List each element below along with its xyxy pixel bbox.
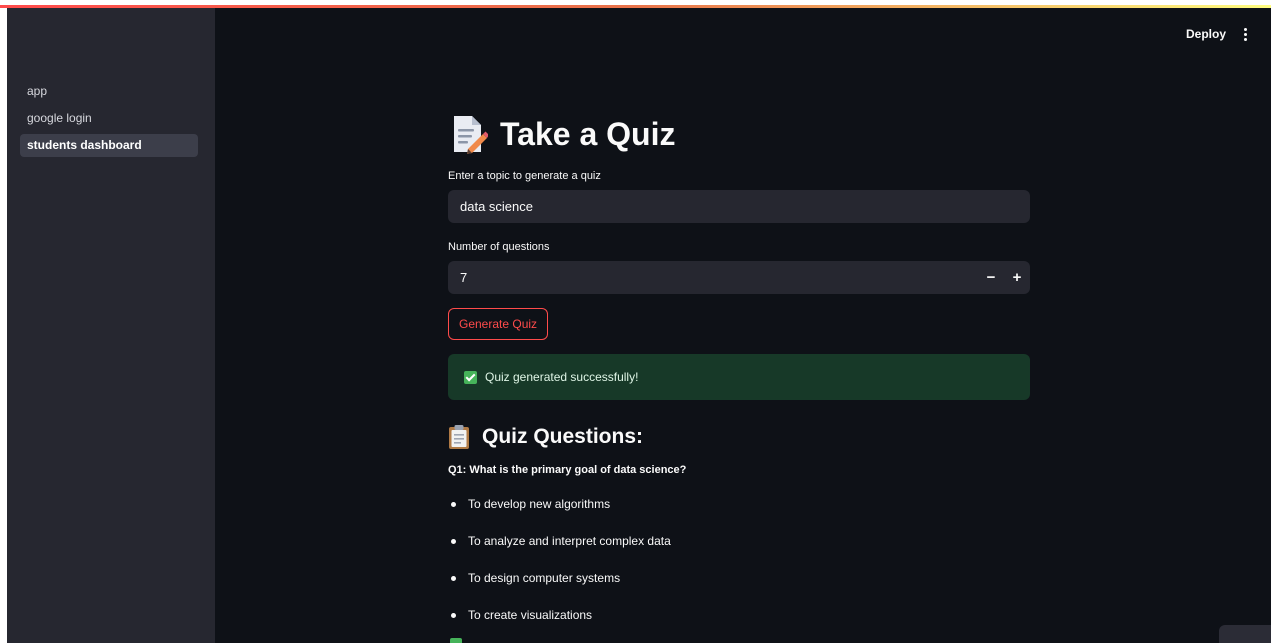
deploy-button[interactable]: Deploy [1186,27,1226,41]
list-item: To create visualizations [448,603,1030,627]
main-content: Take a Quiz Enter a topic to generate a … [448,100,1030,640]
questions-count-label: Number of questions [448,241,550,253]
option-text: To design computer systems [468,571,621,585]
bullet-icon [451,501,456,507]
partial-check-icon [450,638,462,643]
list-item: To develop new algorithms [448,492,1030,516]
questions-count-stepper[interactable]: 7 − + [448,261,1030,294]
topic-input[interactable]: data science [448,190,1030,223]
bullet-icon [451,612,456,618]
success-alert: Quiz generated successfully! [448,354,1030,400]
questions-count-value: 7 [460,270,468,285]
generate-quiz-button[interactable]: Generate Quiz [448,308,549,340]
header-actions: Deploy [1186,24,1251,44]
left-edge [0,8,7,643]
topic-input-value: data science [460,199,533,214]
sidebar-item-app[interactable]: app [20,80,198,103]
sidebar-item-students-dashboard[interactable]: students dashboard [20,134,198,157]
success-message: Quiz generated successfully! [485,370,639,384]
bullet-icon [451,538,456,544]
vertical-ellipsis-icon[interactable] [1240,26,1251,43]
corner-widget[interactable] [1219,625,1271,643]
page-title: Take a Quiz [448,106,1030,162]
list-item: To analyze and interpret complex data [448,529,1030,553]
page-title-text: Take a Quiz [500,115,676,152]
clipboard-icon [448,424,470,450]
check-mark-icon [464,370,477,384]
top-decoration-bar [0,0,1271,8]
list-item: To design computer systems [448,566,1030,590]
quiz-questions-heading: Quiz Questions: [448,422,1030,452]
question-1: Q1: What is the primary goal of data sci… [448,464,687,476]
topic-label: Enter a topic to generate a quiz [448,170,601,182]
sidebar-item-google-login[interactable]: google login [20,107,198,130]
app-window: app google login students dashboard Depl… [0,0,1271,643]
option-text: To analyze and interpret complex data [468,534,671,548]
quiz-questions-heading-text: Quiz Questions: [482,425,644,448]
memo-icon [448,113,489,155]
option-text: To develop new algorithms [468,497,611,511]
sidebar-nav: app google login students dashboard [20,80,198,161]
stepper-controls: − + [978,261,1030,294]
question-1-options: To develop new algorithms To analyze and… [448,492,1030,627]
decrement-button[interactable]: − [978,261,1004,294]
sidebar: app google login students dashboard [7,8,215,643]
increment-button[interactable]: + [1004,261,1030,294]
option-text: To create visualizations [468,608,593,622]
bullet-icon [451,575,456,581]
